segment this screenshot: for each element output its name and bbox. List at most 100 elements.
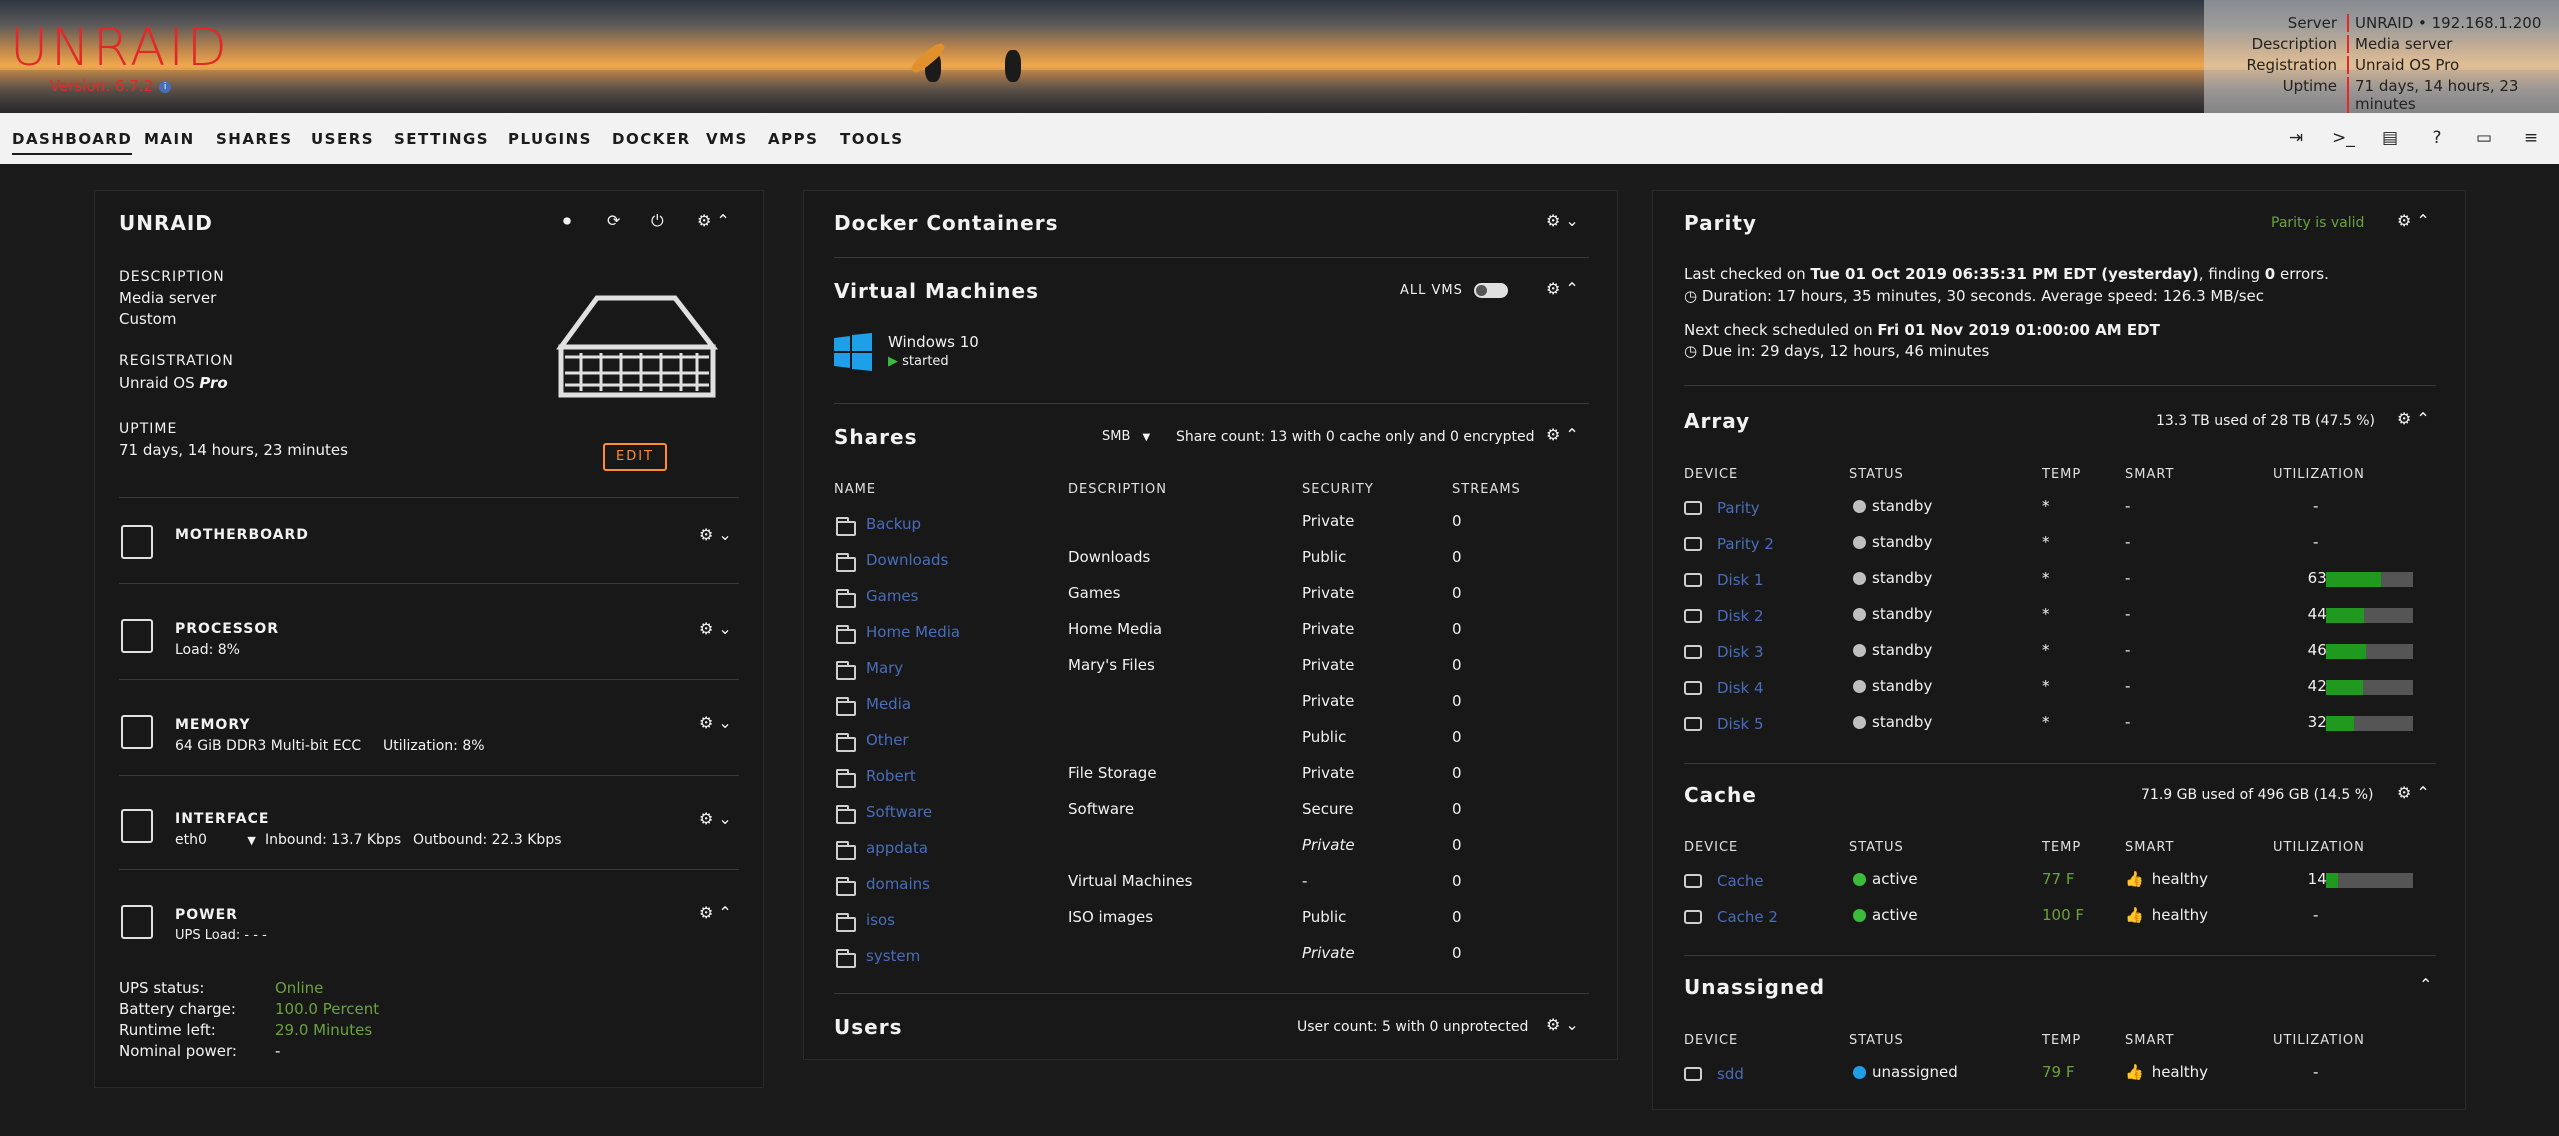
users-toggle-icon[interactable]: ⚙ ⌄ xyxy=(1546,1015,1579,1034)
last-checked-prefix: Last checked on xyxy=(1684,265,1811,283)
nav-plugins[interactable]: PLUGINS xyxy=(508,130,592,148)
all-vms-toggle[interactable] xyxy=(1474,283,1508,298)
device-smart[interactable]: 👍 healthy xyxy=(2125,906,2208,924)
nav-users[interactable]: USERS xyxy=(311,130,374,148)
device-smart[interactable]: 👍 healthy xyxy=(2125,870,2208,888)
interface-toggle-icon[interactable]: ⚙ ⌄ xyxy=(699,809,732,828)
device-link[interactable]: Cache xyxy=(1717,872,1764,890)
next-check-date: Fri 01 Nov 2019 01:00:00 AM EDT xyxy=(1877,321,2160,339)
share-name-link[interactable]: Media xyxy=(866,695,911,713)
device-status: standby xyxy=(1853,569,1932,587)
device-status-text: active xyxy=(1872,870,1918,888)
share-name-link[interactable]: system xyxy=(866,947,920,965)
nav-tools[interactable]: TOOLS xyxy=(840,130,904,148)
share-name-link[interactable]: Backup xyxy=(866,515,921,533)
disk-icon xyxy=(1684,910,1702,924)
nav-shares[interactable]: SHARES xyxy=(216,130,293,148)
device-link[interactable]: Disk 4 xyxy=(1717,679,1764,697)
ups-row-value: - xyxy=(275,1042,281,1060)
table-header-utilization: UTILIZATION xyxy=(2273,467,2365,482)
server-info-row: Description Media server xyxy=(2204,35,2559,55)
share-security: Private xyxy=(1302,836,1355,854)
device-link[interactable]: Cache 2 xyxy=(1717,908,1778,926)
device-link[interactable]: Parity 2 xyxy=(1717,535,1774,553)
processor-toggle-icon[interactable]: ⚙ ⌄ xyxy=(699,619,732,638)
docker-toggle-icon[interactable]: ⚙ ⌄ xyxy=(1546,211,1579,230)
reboot-icon[interactable]: ⟳ xyxy=(607,211,620,230)
info-icon[interactable]: i xyxy=(159,80,172,93)
share-name-link[interactable]: Downloads xyxy=(866,551,948,569)
log-icon[interactable]: ▤ xyxy=(2379,127,2401,149)
folder-icon xyxy=(836,769,856,788)
vm-name[interactable]: Windows 10 xyxy=(888,333,979,351)
power-title: POWER xyxy=(175,907,238,923)
nav-docker[interactable]: DOCKER xyxy=(612,130,691,148)
windows-icon[interactable] xyxy=(834,333,872,371)
nav-dashboard[interactable]: DASHBOARD xyxy=(12,130,133,155)
share-name-link[interactable]: domains xyxy=(866,875,930,893)
share-name-link[interactable]: Mary xyxy=(866,659,903,677)
folder-icon xyxy=(836,949,856,968)
shares-toggle-icon[interactable]: ⚙ ⌃ xyxy=(1546,425,1579,444)
device-link[interactable]: Disk 5 xyxy=(1717,715,1764,733)
device-link[interactable]: Disk 3 xyxy=(1717,643,1764,661)
share-name-link[interactable]: Home Media xyxy=(866,623,960,641)
share-name-link[interactable]: Robert xyxy=(866,767,916,785)
nav-main[interactable]: MAIN xyxy=(144,130,195,148)
share-name-link[interactable]: isos xyxy=(866,911,895,929)
unassigned-toggle-icon[interactable]: ⌃ xyxy=(2419,975,2432,994)
device-status-text: unassigned xyxy=(1872,1063,1958,1081)
notes-icon[interactable]: ≡ xyxy=(2520,127,2542,149)
right-tile: Parity Parity is valid ⚙ ⌃ Last checked … xyxy=(1652,190,2466,1110)
chevron-down-icon[interactable]: ▼ xyxy=(1143,432,1151,443)
device-link[interactable]: sdd xyxy=(1717,1065,1744,1083)
device-temp: * xyxy=(2042,677,2050,695)
folder-icon xyxy=(836,913,856,932)
memory-toggle-icon[interactable]: ⚙ ⌄ xyxy=(699,713,732,732)
motherboard-toggle-icon[interactable]: ⚙ ⌄ xyxy=(699,525,732,544)
version-label[interactable]: Version: 6.7.2 i xyxy=(50,77,172,95)
device-link[interactable]: Parity xyxy=(1717,499,1760,517)
chevron-down-icon[interactable]: ▼ xyxy=(247,834,255,847)
parity-toggle-icon[interactable]: ⚙ ⌃ xyxy=(2397,211,2430,230)
device-smart[interactable]: 👍 healthy xyxy=(2125,1063,2208,1081)
share-streams: 0 xyxy=(1452,764,1462,782)
device-smart: - xyxy=(2125,641,2131,659)
interface-select[interactable]: eth0 ▼ xyxy=(175,832,256,848)
table-header-temp: TEMP xyxy=(2042,840,2082,855)
edit-button[interactable]: EDIT xyxy=(603,443,667,471)
share-name-link[interactable]: Software xyxy=(866,803,932,821)
device-temp: * xyxy=(2042,569,2050,587)
logout-icon[interactable]: ⇥ xyxy=(2285,127,2307,149)
share-security: Secure xyxy=(1302,800,1354,818)
disk-icon xyxy=(1684,645,1702,659)
vm-toggle-icon[interactable]: ⚙ ⌃ xyxy=(1546,279,1579,298)
disk-icon xyxy=(1684,681,1702,695)
nav-settings[interactable]: SETTINGS xyxy=(394,130,489,148)
share-security: Private xyxy=(1302,656,1355,674)
share-description: Games xyxy=(1068,584,1121,602)
user-count: User count: 5 with 0 unprotected xyxy=(1297,1019,1529,1035)
device-status: standby xyxy=(1853,713,1932,731)
settings-gear-icon[interactable]: ⚙ ⌃ xyxy=(697,211,730,230)
array-toggle-icon[interactable]: ⚙ ⌃ xyxy=(2397,409,2430,428)
device-link[interactable]: Disk 1 xyxy=(1717,571,1764,589)
power-icon[interactable]: ⏻ xyxy=(651,211,664,231)
device-link[interactable]: Disk 2 xyxy=(1717,607,1764,625)
share-name-link[interactable]: Games xyxy=(866,587,918,605)
cache-toggle-icon[interactable]: ⚙ ⌃ xyxy=(2397,783,2430,802)
share-name-link[interactable]: Other xyxy=(866,731,909,749)
device-temp: * xyxy=(2042,605,2050,623)
unraid-logo[interactable]: UNRAID xyxy=(10,18,230,78)
shares-protocol-select[interactable]: SMB ▼ xyxy=(1102,429,1150,444)
nav-apps[interactable]: APPS xyxy=(768,130,818,148)
terminal-icon[interactable]: >_ xyxy=(2332,127,2355,149)
help-icon[interactable]: ? xyxy=(2426,127,2448,149)
clock-icon: ◷ xyxy=(1684,342,1698,360)
power-toggle-icon[interactable]: ⚙ ⌃ xyxy=(699,903,732,922)
monitor-icon[interactable]: ▭ xyxy=(2473,127,2495,149)
share-name-link[interactable]: appdata xyxy=(866,839,928,857)
nav-vms[interactable]: VMS xyxy=(706,130,748,148)
stop-icon[interactable]: ⏺ xyxy=(563,211,571,231)
ups-row-key: Runtime left: xyxy=(119,1021,216,1039)
